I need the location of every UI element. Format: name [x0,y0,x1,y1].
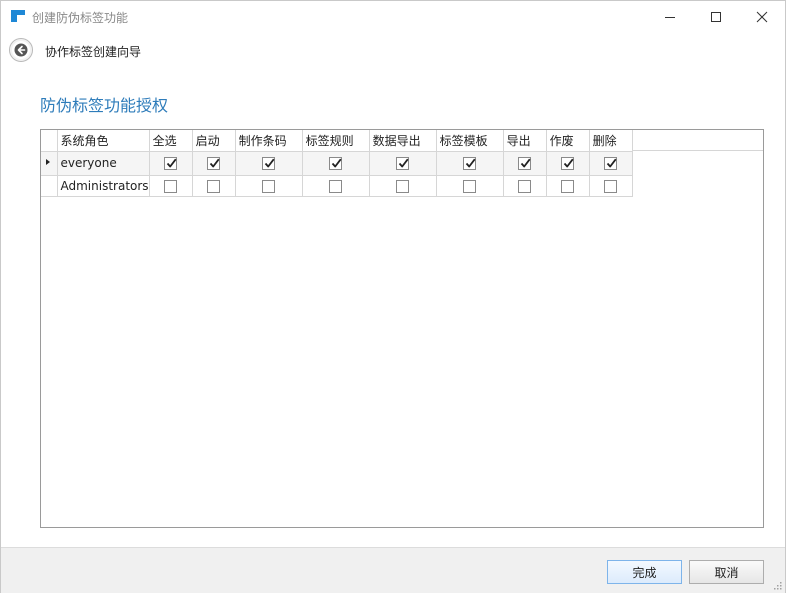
grid-body: everyone Administrators [41,151,633,197]
role-cell[interactable]: Administrators [57,175,150,197]
checkmark-icon [209,158,220,168]
role-cell[interactable]: everyone [57,151,150,176]
checkmark-icon [166,158,177,168]
arrow-left-icon [14,43,28,57]
column-header[interactable]: 系统角色 [57,130,150,152]
column-header[interactable]: 数据导出 [369,130,437,152]
permission-checkbox[interactable] [262,179,276,193]
row-indicator-header [41,130,58,152]
permission-checkbox[interactable] [561,179,575,193]
column-header[interactable]: 启动 [192,130,236,152]
checkmark-icon [606,158,617,168]
permission-cell [546,151,590,176]
table-row[interactable]: Administrators [41,175,633,197]
checkmark-icon [520,158,531,168]
permission-cell [302,151,370,176]
permission-cell [503,151,547,176]
page-title: 防伪标签功能授权 [40,96,169,115]
permission-checkbox-checked[interactable] [518,157,532,170]
permission-cell [436,151,504,176]
permission-cell [192,151,236,176]
finish-button[interactable]: 完成 [607,560,682,584]
checkmark-icon [398,158,409,168]
permission-cell [302,175,370,197]
permission-cell [369,175,437,197]
resize-grip-icon[interactable] [772,580,782,590]
minimize-button[interactable] [647,1,693,32]
checkmark-icon [465,158,476,168]
checkmark-icon [264,158,275,168]
permission-checkbox[interactable] [518,179,532,193]
cancel-button[interactable]: 取消 [689,560,764,584]
checkmark-icon [331,158,342,168]
permission-cell [503,175,547,197]
permission-checkbox[interactable] [604,179,618,193]
close-button[interactable] [739,1,785,32]
permission-cell [436,175,504,197]
permission-checkbox-checked[interactable] [207,157,221,170]
title-bar: 创建防伪标签功能 [1,1,785,32]
permission-cell [149,151,193,176]
permission-checkbox-checked[interactable] [561,157,575,170]
wizard-window: 创建防伪标签功能 协作标签创建向导 防伪标签功能授权 系统角色 全选 启动 制作… [0,0,786,593]
table-row[interactable]: everyone [41,151,633,176]
maximize-icon [711,11,721,22]
permission-checkbox-checked[interactable] [604,157,618,170]
permission-cell [589,151,633,176]
footer-bar: 完成 取消 [1,547,785,593]
permission-cell [546,175,590,197]
column-header[interactable]: 制作条码 [235,130,303,152]
column-header[interactable]: 导出 [503,130,547,152]
permission-cell [235,175,303,197]
permission-checkbox[interactable] [463,179,477,193]
row-indicator[interactable] [41,175,58,197]
back-button[interactable] [9,38,33,62]
column-header[interactable]: 作废 [546,130,590,152]
column-header[interactable]: 删除 [589,130,633,152]
wizard-header: 协作标签创建向导 [1,32,785,70]
permission-checkbox-checked[interactable] [329,157,343,170]
app-logo-icon [11,10,25,22]
permission-checkbox-checked[interactable] [396,157,410,170]
permission-checkbox[interactable] [396,179,410,193]
row-indicator[interactable] [41,151,58,176]
permission-cell [235,151,303,176]
permission-checkbox[interactable] [207,179,221,193]
maximize-button[interactable] [693,1,739,32]
checkmark-icon [563,158,574,168]
minimize-icon [665,16,675,18]
permissions-table: 系统角色 全选 启动 制作条码 标签规则 数据导出 标签模板 导出 作废 删除 everyone A… [41,130,633,197]
column-header[interactable]: 全选 [149,130,193,152]
permission-checkbox[interactable] [329,179,343,193]
header-filler [624,130,763,151]
permission-cell [589,175,633,197]
wizard-title: 协作标签创建向导 [45,45,142,59]
permission-cell [192,175,236,197]
permissions-grid: 系统角色 全选 启动 制作条码 标签规则 数据导出 标签模板 导出 作废 删除 everyone A… [40,129,764,528]
permission-checkbox[interactable] [164,179,178,193]
current-row-arrow-icon [46,158,50,165]
permission-checkbox-checked[interactable] [262,157,276,170]
header-row: 系统角色 全选 启动 制作条码 标签规则 数据导出 标签模板 导出 作废 删除 [41,130,633,152]
column-header[interactable]: 标签模板 [436,130,504,152]
permission-checkbox-checked[interactable] [463,157,477,170]
window-title: 创建防伪标签功能 [32,11,129,25]
close-icon [756,11,768,22]
permission-cell [149,175,193,197]
permission-checkbox-checked[interactable] [164,157,178,170]
permission-cell [369,151,437,176]
column-header[interactable]: 标签规则 [302,130,370,152]
